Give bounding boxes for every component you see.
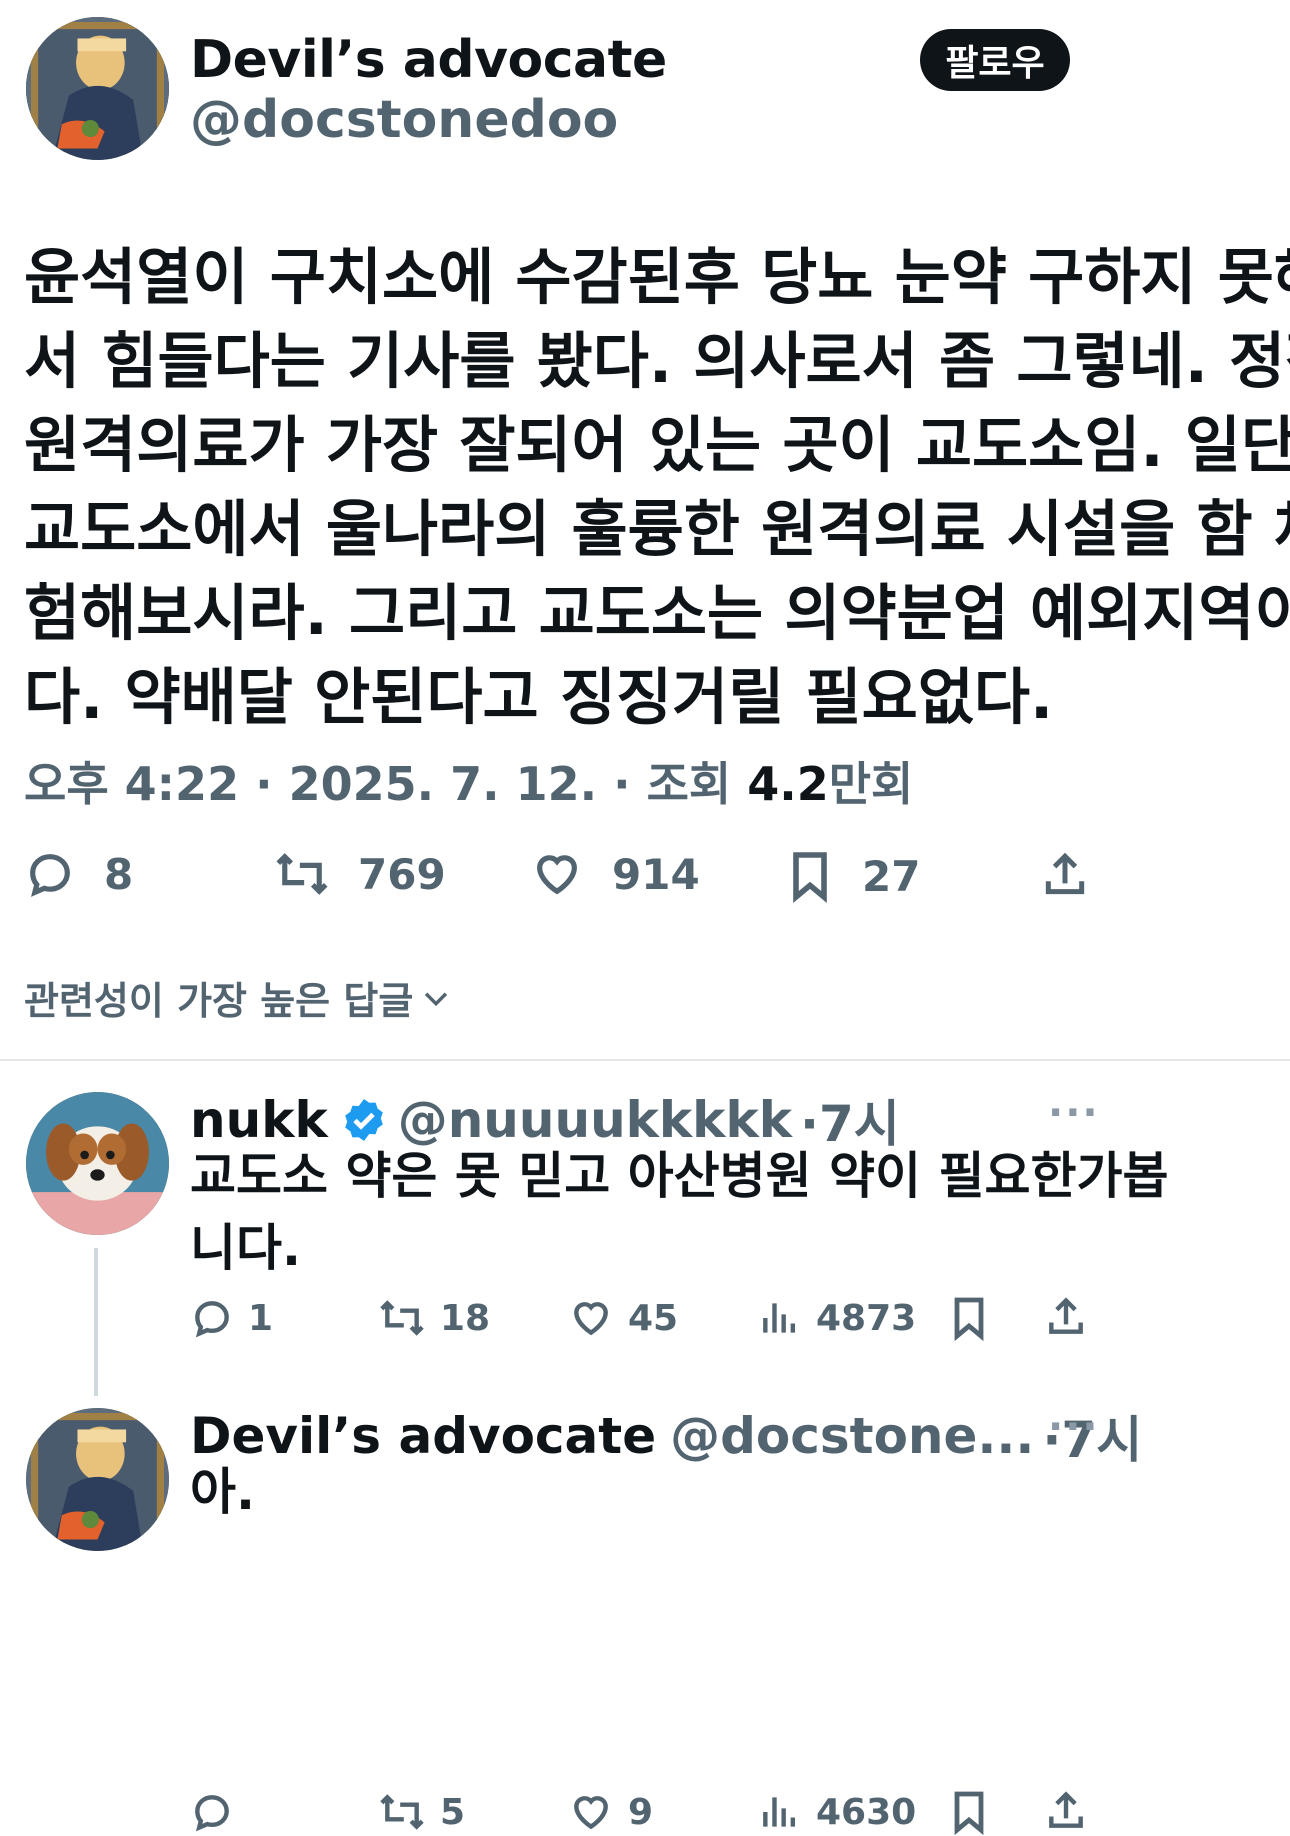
more-options-icon[interactable]: ··· (1048, 1090, 1100, 1136)
reply-bookmark-button[interactable] (948, 1788, 990, 1836)
reply-author-name[interactable]: Devil’s advocate (190, 1407, 656, 1465)
bookmark-icon (954, 1297, 984, 1342)
verified-badge-icon (344, 1099, 383, 1141)
portrait-painting-icon (26, 17, 169, 160)
reply-sort-label: 관련성이 가장 높은 답글 (24, 979, 414, 1023)
reply-button[interactable]: 8 (24, 848, 133, 900)
reply-share-button[interactable] (1044, 1294, 1088, 1340)
bookmark-icon (793, 852, 827, 903)
reply-like-button[interactable]: 9 (568, 1790, 653, 1834)
post-text-line: 서 힘들다는 기사를 봤다. 의사로서 좀 그렇네. 정작 (24, 326, 1290, 397)
reply-text-line: 니다. (190, 1219, 301, 1277)
more-options-icon[interactable]: ··· (1048, 1404, 1100, 1450)
reply-icon (195, 1795, 229, 1832)
reply-like-count: 45 (628, 1297, 679, 1339)
reply-repost-count: 18 (440, 1297, 491, 1339)
view-count: 4.2 (747, 757, 829, 811)
post-text-line: 원격의료가 가장 잘되어 있는 곳이 교도소임. 일단 (24, 410, 1290, 481)
post-text-line: 다. 약배달 안된다고 징징거릴 필요없다. (24, 662, 1054, 733)
reply-text-line: 교도소 약은 못 믿고 아산병원 약이 필요한가봅 (190, 1147, 1169, 1205)
view-count-suffix: 만회 (828, 757, 914, 811)
bookmark-button[interactable]: 27 (786, 848, 920, 904)
reply-view-count: 4630 (816, 1791, 917, 1833)
reply-avatar[interactable] (26, 1408, 169, 1551)
author-avatar[interactable] (26, 17, 169, 160)
post-text: 윤석열이 구치소에 수감된후 당뇨 눈약 구하지 못해 서 힘들다는 기사를 봤… (24, 236, 1290, 740)
views-chart-icon (763, 1303, 796, 1333)
portrait-painting-icon (26, 1408, 169, 1551)
like-button[interactable]: 914 (530, 848, 700, 900)
reply-like-button[interactable]: 45 (568, 1296, 678, 1340)
chevron-down-icon (425, 992, 448, 1006)
section-divider (0, 1059, 1290, 1061)
share-icon (1045, 852, 1085, 895)
thread-connector (94, 1248, 98, 1396)
like-count: 914 (612, 849, 700, 899)
repost-count: 769 (358, 849, 446, 899)
reply-like-count: 9 (628, 1791, 654, 1833)
reply-views-button[interactable]: 4630 (758, 1790, 916, 1834)
bookmark-count: 27 (862, 851, 921, 901)
reply-share-button[interactable] (1044, 1788, 1088, 1834)
reply-text: 아. (190, 1456, 255, 1528)
share-button[interactable] (1040, 848, 1090, 902)
reply-reply-button[interactable]: 1 (190, 1296, 273, 1340)
views-chart-icon (763, 1797, 796, 1827)
heart-icon (537, 855, 577, 895)
reply-repost-button[interactable]: 5 (378, 1790, 465, 1834)
reply-views-button[interactable]: 4873 (758, 1296, 916, 1340)
share-icon (1049, 1791, 1083, 1828)
reply-icon (30, 854, 70, 897)
reply-reply-button[interactable] (190, 1790, 234, 1834)
author-handle[interactable]: @docstonedoo (190, 90, 618, 150)
post-timestamp[interactable]: 오후 4:22 · 2025. 7. 12. · 조회 (24, 757, 747, 811)
repost-button[interactable]: 769 (274, 848, 446, 900)
reply-text: 교도소 약은 못 믿고 아산병원 약이 필요한가봅 니다. (190, 1140, 1168, 1284)
reply-avatar[interactable] (26, 1092, 169, 1235)
reply-view-count: 4873 (816, 1297, 917, 1339)
reply-count: 8 (104, 849, 134, 899)
post-meta: 오후 4:22 · 2025. 7. 12. · 조회 4.2만회 (24, 748, 913, 814)
reply-header: Devil’s advocate @docstone... ·7시 (190, 1400, 1142, 1472)
reply-repost-count: 5 (440, 1791, 466, 1833)
heart-icon (574, 1796, 608, 1830)
post-text-line: 교도소에서 울나라의 훌륭한 원격의료 시설을 함 체 (24, 494, 1290, 565)
bookmark-icon (954, 1791, 984, 1836)
reply-text-line: 아. (190, 1463, 255, 1521)
follow-button[interactable]: 팔로우 (920, 29, 1070, 91)
reply-bookmark-button[interactable] (948, 1294, 990, 1342)
author-name[interactable]: Devil’s advocate (190, 30, 667, 90)
repost-icon (276, 853, 328, 895)
share-icon (1049, 1297, 1083, 1334)
repost-icon (380, 1300, 424, 1336)
post-text-line: 윤석열이 구치소에 수감된후 당뇨 눈약 구하지 못해 (24, 242, 1290, 313)
reply-icon (195, 1301, 229, 1338)
reply-reply-count: 1 (248, 1297, 274, 1339)
puppy-photo-icon (26, 1092, 169, 1235)
repost-icon (380, 1794, 424, 1830)
reply-author-handle[interactable]: @docstone... (670, 1407, 1034, 1465)
reply-sort-dropdown[interactable]: 관련성이 가장 높은 답글 (24, 970, 453, 1025)
heart-icon (574, 1302, 608, 1336)
post-text-line: 험해보시라. 그리고 교도소는 의약분업 예외지역이 (24, 578, 1290, 649)
reply-repost-button[interactable]: 18 (378, 1296, 490, 1340)
